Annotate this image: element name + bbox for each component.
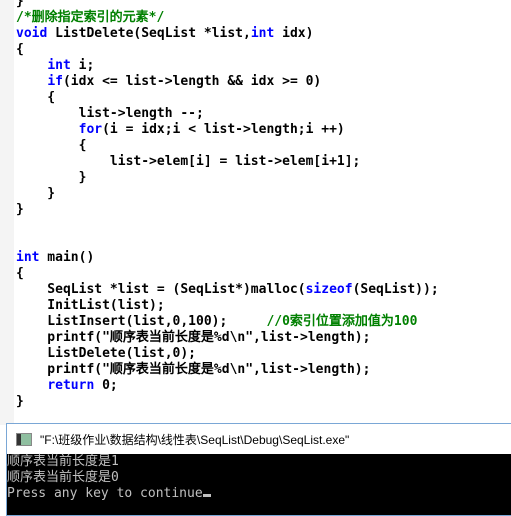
console-line: Press any key to continue [7, 486, 511, 502]
code-token: InitList(list); [16, 298, 165, 313]
console-output: 顺序表当前长度是1 顺序表当前长度是0 Press any key to conti… [7, 454, 511, 515]
code-line: SeqList *list = (SeqList*)malloc(sizeof(… [16, 282, 439, 298]
code-line: printf("顺序表当前长度是%d\n",list->length); [16, 362, 439, 378]
code-token: ListDelete(SeqList *list, [47, 26, 251, 41]
code-line: { [16, 90, 439, 106]
code-keyword: void [16, 26, 48, 41]
code-line: ListDelete(list,0); [16, 346, 439, 362]
code-keyword: if [47, 74, 63, 89]
code-token: { [16, 90, 56, 105]
code-token: idx) [274, 26, 314, 41]
code-token: printf("顺序表当前长度是%d\n",list->length); [16, 362, 371, 377]
code-token: } [16, 170, 87, 185]
code-token: list->elem[i] = list->elem[i+1]; [16, 154, 361, 169]
code-token: { [16, 138, 87, 153]
code-line: } [16, 202, 439, 218]
code-line: return 0; [16, 378, 439, 394]
code-comment: //0索引位置添加值为100 [266, 314, 418, 329]
code-line: /*删除指定索引的元素*/ [16, 10, 439, 26]
code-line: for(i = idx;i < list->length;i ++) [16, 122, 439, 138]
code-line: int i; [16, 58, 439, 74]
console-title: "F:\班级作业\数据结构\线性表\SeqList\Debug\SeqList.… [40, 432, 350, 447]
code-token: ListInsert(list,0,100); [16, 314, 267, 329]
console-title-bar[interactable]: "F:\班级作业\数据结构\线性表\SeqList\Debug\SeqList.… [7, 424, 511, 454]
code-line: } [16, 0, 439, 10]
code-token: (i = idx;i < list->length;i ++) [102, 122, 345, 137]
code-token: printf("顺序表当前长度是%d\n",list->length); [16, 330, 371, 345]
code-line: { [16, 42, 439, 58]
code-line: { [16, 138, 439, 154]
console-line: 顺序表当前长度是0 [7, 470, 119, 485]
console-window[interactable]: "F:\班级作业\数据结构\线性表\SeqList\Debug\SeqList.… [6, 423, 511, 516]
code-line: { [16, 266, 439, 282]
console-app-icon [16, 432, 32, 446]
code-token: } [16, 202, 24, 217]
code-token: } [16, 394, 24, 409]
code-token: 0; [94, 378, 118, 393]
code-line: } [16, 170, 439, 186]
console-line: 顺序表当前长度是1 [7, 454, 119, 469]
code-line: InitList(list); [16, 298, 439, 314]
code-keyword: return [47, 378, 95, 393]
code-token: } [16, 186, 56, 201]
code-line: } [16, 186, 439, 202]
text-cursor [202, 494, 211, 497]
code-token: list->length --; [16, 106, 204, 121]
code-token: (SeqList)); [352, 282, 439, 297]
code-comment: /*删除指定索引的元素*/ [16, 10, 165, 25]
code-keyword: for [78, 122, 103, 137]
code-keyword: int [47, 58, 71, 73]
code-line: } [16, 394, 439, 410]
code-token: (idx <= list->length && idx >= 0) [62, 74, 322, 89]
code-line: printf("顺序表当前长度是%d\n",list->length); [16, 330, 439, 346]
code-line: if(idx <= list->length && idx >= 0) [16, 74, 439, 90]
code-editor[interactable]: }/*删除指定索引的元素*/void ListDelete(SeqList *l… [0, 0, 511, 425]
code-token: { [16, 42, 24, 57]
code-line: list->length --; [16, 106, 439, 122]
editor-gutter [0, 0, 14, 425]
code-token: SeqList *list = (SeqList*)malloc( [16, 282, 306, 297]
code-keyword: int [16, 250, 40, 265]
code-token: } [16, 0, 24, 9]
console-prompt-text: Press any key to continue [7, 486, 203, 501]
code-keyword: sizeof [305, 282, 353, 297]
code-line: void ListDelete(SeqList *list,int idx) [16, 26, 439, 42]
code-line: int main() [16, 250, 439, 266]
code-text: }/*删除指定索引的元素*/void ListDelete(SeqList *l… [16, 0, 439, 410]
code-token: { [16, 266, 24, 281]
code-line: ListInsert(list,0,100); //0索引位置添加值为100 [16, 314, 439, 330]
code-keyword: int [250, 26, 275, 41]
code-token: i; [70, 58, 95, 73]
code-token: ListDelete(list,0); [16, 346, 197, 361]
code-token: main() [39, 250, 95, 265]
code-line: list->elem[i] = list->elem[i+1]; [16, 154, 439, 170]
